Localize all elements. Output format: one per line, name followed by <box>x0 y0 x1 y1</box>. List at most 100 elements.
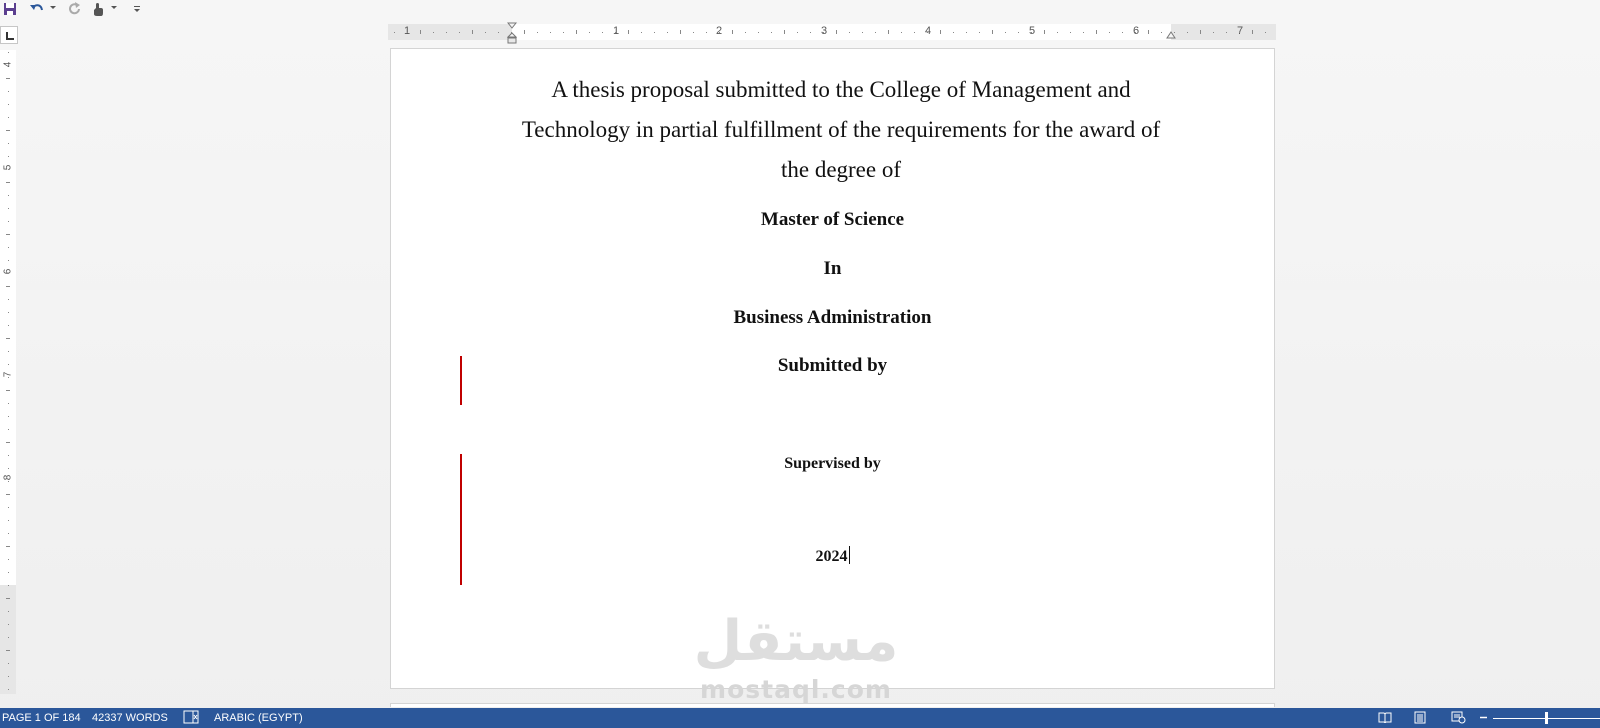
ruler-tick <box>8 208 9 209</box>
ruler-tick <box>914 32 915 33</box>
intro-line: the degree of <box>780 157 902 182</box>
ruler-tick <box>472 30 473 34</box>
ruler-tick <box>732 30 733 34</box>
ruler-tick <box>719 32 720 33</box>
ruler-tick <box>8 585 9 586</box>
word-count[interactable]: 42337 WORDS <box>92 711 168 725</box>
ruler-tick <box>1096 30 1097 34</box>
mostaql-watermark: مستقل mostaql.com <box>686 612 906 708</box>
ruler-tick <box>1109 32 1110 33</box>
vertical-ruler[interactable]: 4 5 6 7 8 <box>0 50 16 694</box>
proofing-icon[interactable] <box>183 710 199 724</box>
tab-stop-selector[interactable] <box>0 26 18 44</box>
ruler-tick <box>849 32 850 33</box>
undo-dropdown-icon[interactable] <box>50 6 56 9</box>
ruler-tick <box>8 468 9 469</box>
ruler-tick <box>8 559 9 560</box>
ruler-tick <box>8 429 9 430</box>
ruler-tick <box>576 30 577 34</box>
ruler-tick <box>394 32 395 33</box>
undo-icon[interactable] <box>28 1 46 17</box>
page-count[interactable]: PAGE 1 OF 184 <box>2 711 81 725</box>
supervised-by-heading[interactable]: Supervised by <box>391 455 1274 473</box>
ruler-tick <box>6 546 10 547</box>
degree-in[interactable]: In <box>391 258 1274 280</box>
ruler-tick <box>1226 32 1227 33</box>
ruler-tick <box>940 30 941 34</box>
ruler-tick <box>550 32 551 33</box>
ruler-tick <box>8 104 9 105</box>
ruler-tick <box>8 455 9 456</box>
quick-access-toolbar <box>0 0 160 18</box>
ruler-tick <box>8 507 9 508</box>
intro-paragraph[interactable]: A thesis proposal submitted to the Colle… <box>511 70 1171 190</box>
ruler-tick <box>446 32 447 33</box>
print-layout-icon[interactable] <box>1413 711 1427 724</box>
ruler-tick <box>745 32 746 33</box>
submitted-by-heading[interactable]: Submitted by <box>391 355 1274 377</box>
right-indent-marker[interactable] <box>1166 30 1176 42</box>
save-icon[interactable] <box>2 1 18 17</box>
ruler-tick <box>758 32 759 33</box>
ruler-tick <box>1252 30 1253 34</box>
degree-title[interactable]: Master of Science <box>391 209 1274 231</box>
ruler-tick <box>8 611 9 612</box>
ruler-tick <box>8 416 9 417</box>
ruler-tick <box>927 32 928 33</box>
ruler-tick <box>1265 32 1266 33</box>
ruler-tick <box>498 32 499 33</box>
ruler-number: 6 <box>2 268 14 275</box>
ruler-tick <box>485 32 486 33</box>
ruler-tick <box>537 32 538 33</box>
web-layout-icon[interactable] <box>1451 711 1466 724</box>
read-mode-icon[interactable] <box>1378 711 1392 723</box>
degree-field[interactable]: Business Administration <box>391 307 1274 329</box>
ruler-tick <box>836 30 837 34</box>
ruler-tick <box>1187 32 1188 33</box>
document-page[interactable]: A thesis proposal submitted to the Colle… <box>390 48 1275 689</box>
ruler-tick <box>641 32 642 33</box>
year-line[interactable]: 2024 <box>391 546 1274 566</box>
ruler-tick <box>6 338 10 339</box>
watermark-latin: mostaql.com <box>700 675 892 704</box>
text-cursor <box>848 546 850 564</box>
ruler-tick <box>8 351 9 352</box>
ruler-tick <box>8 143 9 144</box>
ruler-tick <box>1161 32 1162 33</box>
zoom-out-icon[interactable] <box>1479 713 1488 722</box>
ruler-tick <box>8 52 9 53</box>
ruler-tick <box>888 30 889 34</box>
ruler-tick <box>8 676 9 677</box>
ruler-tick <box>771 32 772 33</box>
ruler-tick <box>667 32 668 33</box>
ruler-tick <box>1200 30 1201 34</box>
ruler-tick <box>1005 32 1006 33</box>
language-indicator[interactable]: ARABIC (EGYPT) <box>214 711 303 725</box>
ruler-tick <box>6 494 10 495</box>
ruler-tick <box>979 32 980 33</box>
horizontal-ruler[interactable]: 1 1 2 3 4 5 6 7 <box>388 24 1276 40</box>
ruler-tick <box>6 182 10 183</box>
touch-dropdown-icon[interactable] <box>111 6 117 9</box>
ruler-tick <box>8 195 9 196</box>
ruler-tick <box>8 260 9 261</box>
ruler-tick <box>953 32 954 33</box>
ruler-number: 7 <box>1236 25 1244 37</box>
ruler-tick <box>8 624 9 625</box>
touch-mode-icon[interactable] <box>90 1 106 17</box>
ruler-tick <box>8 663 9 664</box>
ruler-tick <box>8 299 9 300</box>
ruler-number: 5 <box>1028 25 1036 37</box>
redo-icon[interactable] <box>67 1 83 17</box>
ruler-tick <box>1148 30 1149 34</box>
ruler-tick <box>6 286 10 287</box>
ruler-tick <box>8 689 9 690</box>
ruler-number: 4 <box>924 25 932 37</box>
left-indent-marker[interactable] <box>507 22 517 44</box>
ruler-tick <box>8 364 9 365</box>
ruler-tick <box>8 325 9 326</box>
customize-toolbar-icon[interactable] <box>132 1 142 17</box>
ruler-tick <box>680 30 681 34</box>
zoom-slider-thumb[interactable] <box>1545 712 1548 724</box>
ruler-tick <box>524 30 525 34</box>
